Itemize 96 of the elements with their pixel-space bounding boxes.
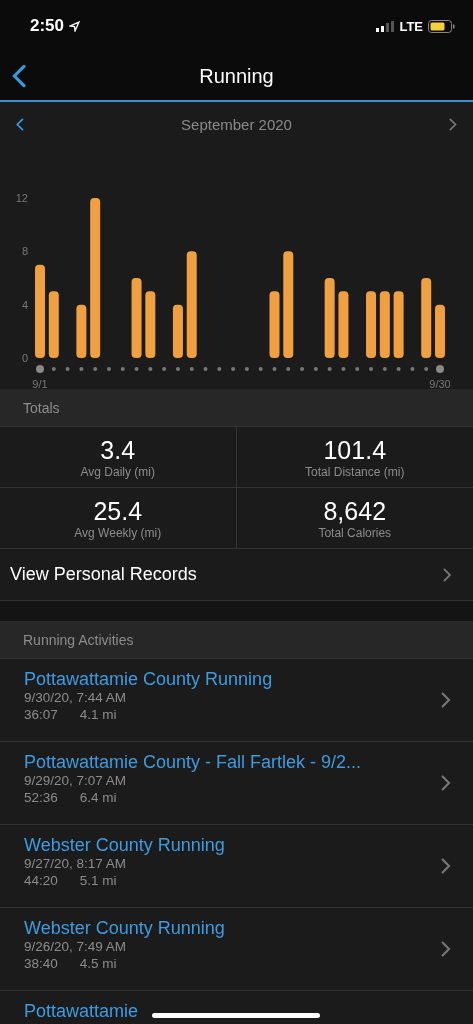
activity-row[interactable]: Pottawattamie County Running 9/30/20, 7:44 AM 36:07 4.1 mi (0, 659, 473, 742)
day-dot (355, 367, 360, 371)
section-title: Totals (23, 399, 60, 416)
stat-value: 101.4 (323, 435, 387, 465)
previous-month-button[interactable] (14, 115, 26, 133)
activity-row[interactable]: Pottawattamie County - Fall Fartlek - 9/2... 9/29/20, 7:07 AM 52:36 6.4 mi (0, 742, 473, 825)
bar (48, 291, 59, 358)
day-dot (244, 367, 249, 371)
activity-name: Pottawattamie County Running (24, 669, 273, 689)
bar (379, 291, 390, 358)
day-dot (313, 367, 318, 371)
day-dot (148, 367, 153, 371)
day-dot (231, 367, 236, 371)
day-dot (189, 367, 194, 371)
stat-value: 8,642 (323, 496, 387, 526)
status-time: 2:50 (30, 16, 65, 36)
day-dot (327, 367, 332, 371)
axis-label: 4 (21, 298, 28, 311)
activity-date: 9/27/20, 8:17 AM (24, 855, 128, 872)
chevron-right-icon (442, 567, 451, 582)
activity-name: Webster County Running (24, 918, 225, 938)
day-dot (79, 367, 84, 371)
bar (393, 291, 404, 358)
stat-label: Avg Weekly (mi) (74, 526, 162, 540)
day-dot (424, 367, 429, 371)
stat-label: Total Distance (mi) (305, 465, 405, 479)
back-icon (12, 64, 27, 88)
activity-name: Webster County Running (24, 835, 225, 855)
activity-row[interactable]: Webster County Running 9/26/20, 7:49 AM 38:40 4.5 mi (0, 908, 473, 991)
battery-icon (428, 19, 455, 33)
chevron-right-icon (441, 858, 451, 874)
day-dot (120, 367, 125, 371)
activity-distance: 4.1 mi (79, 706, 117, 723)
screen-title: Running (199, 64, 274, 88)
bar (172, 304, 183, 358)
activity-duration: 44:20 (24, 872, 58, 889)
signal-icon (376, 20, 395, 32)
activity-distance: 4.5 mi (79, 955, 117, 972)
back-button[interactable] (10, 62, 29, 90)
day-dot (382, 367, 387, 371)
network-label: LTE (399, 18, 423, 34)
day-dot (134, 367, 139, 371)
axis-label: 8 (21, 245, 28, 258)
day-dot (410, 367, 415, 371)
day-dot (369, 367, 374, 371)
axis-label: 0 (21, 352, 28, 364)
axis-label: 9/1 (32, 378, 48, 389)
activity-duration: 36:07 (24, 706, 58, 723)
activity-distance: 5.1 mi (79, 872, 117, 889)
day-dot (175, 367, 180, 371)
chevron-right-icon (449, 117, 457, 131)
stat-label: Total Calories (318, 526, 392, 540)
chevron-left-icon (16, 117, 24, 131)
day-dot (162, 367, 167, 371)
activity-name: Pottawattamie County - Fall Fartlek - 9/2... (24, 752, 362, 772)
day-dot (341, 367, 346, 371)
day-dot (286, 367, 291, 371)
day-dot (65, 367, 70, 371)
day-dot (272, 367, 277, 371)
day-dot (396, 367, 401, 371)
axis-label: 12 (15, 192, 28, 204)
chevron-right-icon (441, 692, 451, 708)
day-dot (300, 367, 305, 371)
bar (435, 304, 445, 358)
bar (338, 291, 349, 358)
day-dot (203, 367, 208, 371)
stat-label: Avg Daily (mi) (80, 465, 155, 479)
chevron-right-icon (441, 775, 451, 791)
bar (145, 291, 156, 358)
stat-value: 3.4 (100, 435, 136, 465)
next-month-button[interactable] (447, 115, 459, 133)
axis-label: 9/30 (429, 378, 451, 389)
stat-value: 25.4 (93, 496, 143, 526)
month-label: September 2020 (181, 115, 292, 133)
activity-row[interactable]: Webster County Running 9/27/20, 8:17 AM 44:20 5.1 mi (0, 825, 473, 908)
chevron-right-icon (441, 941, 451, 957)
day-dot (51, 367, 56, 371)
day-dot (36, 365, 44, 373)
bar (76, 304, 87, 358)
activity-name: Pottawattamie (24, 1001, 139, 1021)
bar (366, 291, 377, 358)
location-icon (69, 20, 81, 32)
day-dot (217, 367, 222, 371)
activity-date: 9/29/20, 7:07 AM (24, 772, 128, 789)
activity-distance: 6.4 mi (79, 789, 117, 806)
activity-date: 9/26/20, 7:49 AM (24, 938, 128, 955)
section-title: Running Activities (23, 631, 134, 648)
activity-date: 9/30/20, 7:44 AM (24, 689, 128, 706)
day-dot (93, 367, 98, 371)
day-dot (258, 367, 263, 371)
personal-records-label: View Personal Records (10, 564, 197, 585)
activity-duration: 38:40 (24, 955, 58, 972)
activity-duration: 52:36 (24, 789, 58, 806)
day-dot (106, 367, 111, 371)
day-dot (436, 365, 444, 373)
bar (269, 291, 280, 358)
